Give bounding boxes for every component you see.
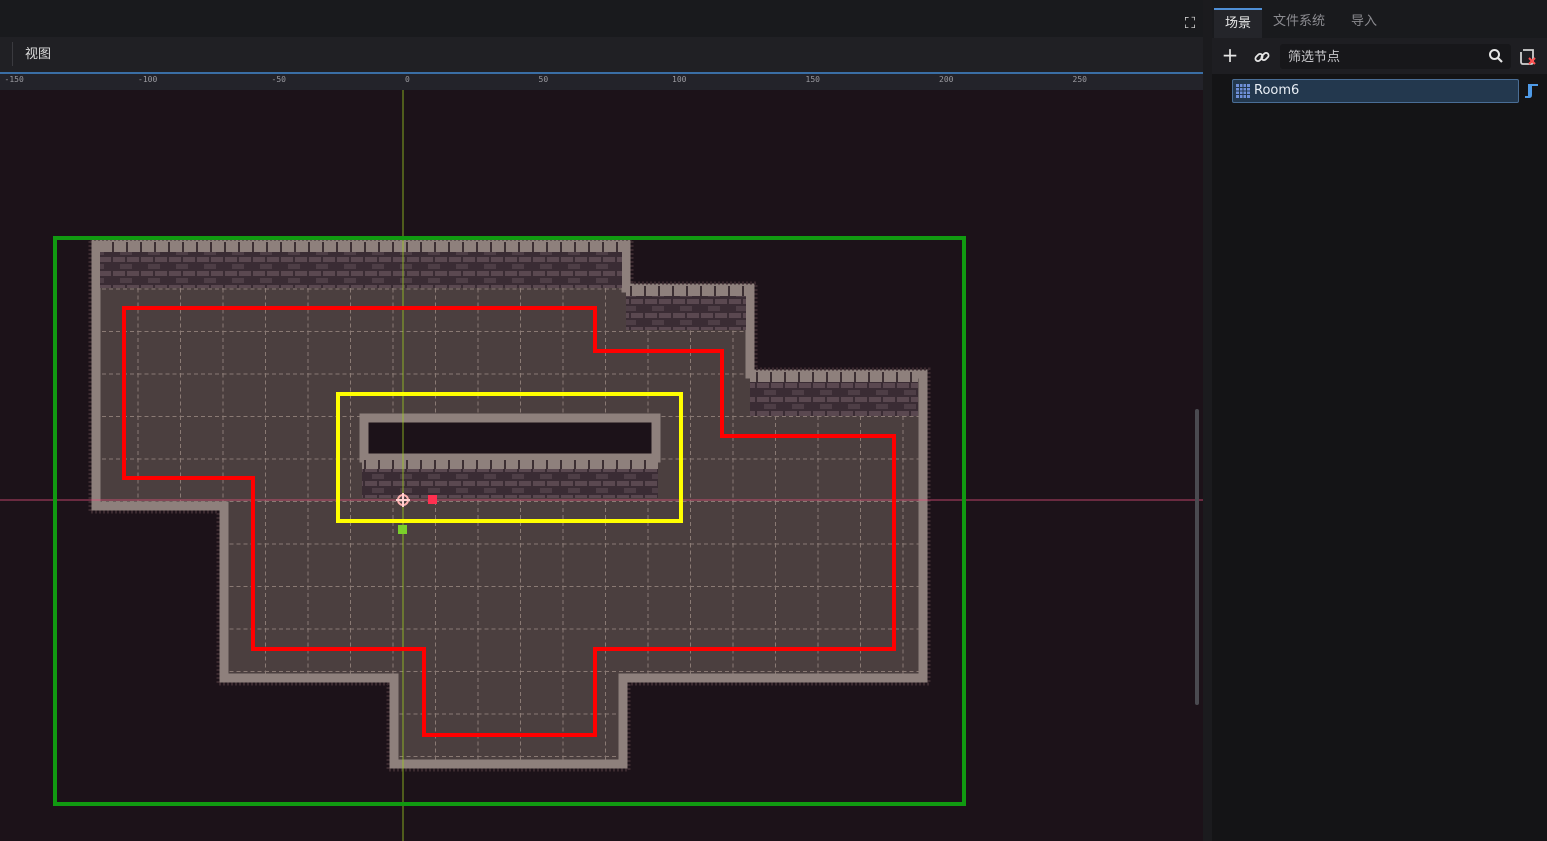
filter-nodes-input[interactable]: [1286, 44, 1480, 71]
scene-tree: Room6: [1212, 74, 1547, 841]
filter-nodes-field[interactable]: [1280, 44, 1511, 71]
wall-top-left-trim: [100, 242, 622, 252]
ruler-minor-tick: [109, 72, 110, 74]
ruler-minor-tick: [430, 72, 431, 74]
ruler-minor-tick: [723, 72, 724, 74]
ruler-label: 100: [672, 75, 687, 84]
ruler-minor-tick: [750, 72, 751, 74]
ruler-minor-tick: [483, 72, 484, 74]
ruler-minor-tick: [56, 72, 57, 74]
ruler-minor-tick: [350, 72, 351, 74]
ruler-minor-tick: [777, 72, 778, 74]
view-menu-button[interactable]: 视图: [18, 44, 58, 66]
ruler-minor-tick: [1151, 72, 1152, 74]
script-icon[interactable]: [1524, 83, 1539, 99]
ruler-minor-tick: [857, 72, 858, 74]
wall-top-mid-trim: [626, 286, 746, 296]
ruler-major-tick: [804, 72, 805, 74]
ruler-label: -100: [138, 75, 158, 84]
ruler-minor-tick: [1124, 72, 1125, 74]
ruler-major-tick: [270, 72, 271, 74]
ruler-minor-tick: [29, 72, 30, 74]
ruler-minor-tick: [1044, 72, 1045, 74]
ruler-minor-tick: [563, 72, 564, 74]
floor-area: [91, 239, 928, 769]
x-handle[interactable]: [428, 495, 437, 504]
tab-scene[interactable]: 场景: [1214, 8, 1263, 38]
ruler-major-tick: [670, 72, 671, 74]
ruler-minor-tick: [83, 72, 84, 74]
ruler-minor-tick: [216, 72, 217, 74]
scene-toolbar: +: [1212, 38, 1547, 74]
link-icon[interactable]: [1252, 47, 1272, 67]
tree-item-room6[interactable]: Room6: [1232, 79, 1519, 103]
vertical-scrollbar[interactable]: [1195, 409, 1199, 705]
ruler-label: -50: [271, 75, 286, 84]
ruler-label: 0: [405, 75, 410, 84]
ruler-major-tick: [403, 72, 404, 74]
ruler-minor-tick: [456, 72, 457, 74]
ruler-minor-tick: [1017, 72, 1018, 74]
wall-top-right-trim: [750, 372, 918, 382]
canvas-toolbar: 视图: [0, 37, 1210, 72]
canvas-viewport[interactable]: -150 -100 -50 0 50 100 150 200 250: [0, 72, 1203, 841]
fullscreen-icon[interactable]: ⛶: [1180, 13, 1200, 33]
tab-filesystem[interactable]: 文件系统: [1262, 8, 1336, 38]
ruler-minor-tick: [189, 72, 190, 74]
toolbar-separator: [12, 42, 13, 66]
ruler-label: 150: [805, 75, 820, 84]
ruler-minor-tick: [1097, 72, 1098, 74]
ruler-major-tick: [3, 72, 4, 74]
editor-top-bar: ⛶: [0, 0, 1210, 37]
ruler-label: 50: [538, 75, 549, 84]
ruler-minor-tick: [323, 72, 324, 74]
ruler-minor-tick: [1177, 72, 1178, 74]
tab-import[interactable]: 导入: [1340, 8, 1388, 38]
ruler-minor-tick: [964, 72, 965, 74]
y-handle[interactable]: [398, 525, 407, 534]
ruler-minor-tick: [617, 72, 618, 74]
search-icon: [1489, 49, 1503, 63]
ruler-minor-tick: [697, 72, 698, 74]
script-remove-icon[interactable]: [1518, 47, 1538, 67]
ruler-minor-tick: [590, 72, 591, 74]
horizontal-ruler: -150 -100 -50 0 50 100 150 200 250: [0, 74, 1203, 90]
plus-icon[interactable]: +: [1220, 45, 1240, 66]
ruler-minor-tick: [243, 72, 244, 74]
ruler-minor-tick: [510, 72, 511, 74]
dock-tab-bar: 场景 文件系统 导入: [1212, 0, 1547, 38]
ruler-major-tick: [1071, 72, 1072, 74]
ruler-major-tick: [136, 72, 137, 74]
inner-pillar-top: [359, 413, 661, 463]
ruler-minor-tick: [830, 72, 831, 74]
scene-dock: 场景 文件系统 导入 + 筛选节点 Room6: [1212, 0, 1547, 841]
ruler-minor-tick: [163, 72, 164, 74]
ruler-label: -150: [4, 75, 24, 84]
tilemap-icon: [1236, 84, 1250, 98]
ruler-major-tick: [937, 72, 938, 74]
ruler-minor-tick: [643, 72, 644, 74]
ruler-minor-tick: [376, 72, 377, 74]
ruler-minor-tick: [296, 72, 297, 74]
ruler-label: 250: [1072, 75, 1087, 84]
ruler-label: 200: [939, 75, 954, 84]
ruler-minor-tick: [990, 72, 991, 74]
node-label: Room6: [1254, 83, 1300, 98]
ruler-minor-tick: [884, 72, 885, 74]
inner-pillar-trim: [362, 460, 658, 469]
ruler-minor-tick: [910, 72, 911, 74]
scene-canvas[interactable]: [0, 74, 1203, 841]
dock-splitter[interactable]: [1203, 0, 1212, 841]
ruler-major-tick: [537, 72, 538, 74]
